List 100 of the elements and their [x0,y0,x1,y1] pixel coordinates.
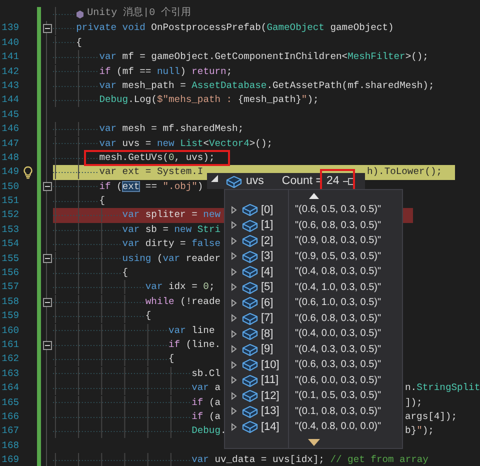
code-text: var dirty = false [122,237,220,252]
variable-name: [10] [261,358,280,371]
variable-value: "(0.6, 0.3, 0.3, 0.5)" [295,359,382,370]
variable-value: "(0.4, 0.3, 0.3, 0.5)" [295,344,382,355]
line-number: 159 [0,309,19,324]
variable-value: "(0.4, 0.8, 0.3, 0.5)" [295,266,382,278]
expand-icon[interactable] [231,392,237,400]
line-number: 168 [0,438,19,453]
expand-icon[interactable] [231,345,237,354]
line-number: 146 [0,122,19,136]
variable-name: [14] [261,420,280,433]
variable-value: "(0.1, 0.8, 0.3, 0.5)" [295,406,382,417]
expand-icon[interactable] [231,283,237,292]
variable-name: [3] [261,250,274,262]
cube-icon [242,280,258,294]
code-text: Debug.Log($"mehs_path : {mesh_path}"); [99,93,319,108]
code-text: var uvs = new List<Vector4>(); [99,136,273,151]
collapse-icon[interactable] [42,340,52,350]
expand-icon[interactable] [231,330,237,338]
cube-icon [242,234,258,248]
line-number: 163 [0,366,19,381]
expand-icon[interactable] [231,407,237,416]
variable-value: "(0.9, 0.5, 0.3, 0.5)" [295,250,382,262]
line-number: 156 [0,266,19,280]
expand-icon[interactable] [231,314,237,322]
variable-value: "(0.4, 0.0, 0.3, 0.5)" [295,328,382,340]
cube-icon [242,389,258,402]
expand-icon[interactable] [231,206,237,214]
cube-icon [242,203,258,216]
scroll-up-icon[interactable] [308,193,318,199]
indent-guides [53,165,100,180]
cube-icon [242,250,258,263]
code-text: n.StringSplit [405,381,480,396]
expand-icon[interactable] [231,268,237,276]
expand-icon[interactable] [231,221,237,230]
variable-name: [2] [261,234,274,247]
code-text: sb.Cl [192,366,220,381]
variable-value: "(0.6, 1.0, 0.3, 0.5)" [295,297,382,308]
variable-name: [1] [261,219,274,232]
code-text: args[4]); [405,410,457,424]
line-number: 164 [0,381,19,396]
code-text: if (mf == null) return; [99,64,232,79]
collapse-icon[interactable] [42,254,52,264]
line-number: 148 [0,150,19,165]
expand-icon[interactable] [231,376,237,384]
line-number: 147 [0,136,19,151]
line-number: 144 [0,93,19,108]
variable-value: "(0.6, 0.8, 0.3, 0.5)" [295,220,382,231]
code-text: var idx = 0; [145,280,215,294]
collapse-icon[interactable] [42,24,52,34]
variable-value: "(0.6, 0.8, 0.3, 0.5)" [295,312,382,324]
line-number: 167 [0,424,19,438]
line-number: 162 [0,352,19,366]
variable-name: [6] [261,296,274,309]
code-text: mesh.GetUVs(0, uvs); [99,152,215,163]
cube-icon [242,296,258,310]
variable-name: [8] [261,328,274,340]
line-number: 151 [0,194,19,208]
cube-icon [242,420,258,434]
line-number: 142 [0,64,19,79]
variable-name: [0] [261,204,274,216]
scroll-down-icon[interactable] [308,438,320,446]
variable-name: [12] [261,390,280,402]
code-text: var sb = new Stri [122,222,220,237]
expand-icon[interactable] [231,236,237,245]
line-number: 155 [0,252,19,266]
variable-value: "(0.4, 1.0, 0.3, 0.5)" [295,282,382,293]
line-number: 143 [0,78,19,93]
code-text: var line [168,324,215,338]
cube-icon [242,265,258,278]
code-text: var mesh = mf.sharedMesh; [99,122,244,136]
variable-name: [11] [261,374,280,386]
expand-icon[interactable] [231,422,237,431]
collapse-icon[interactable] [42,182,52,192]
variable-value: "(0.1, 0.5, 0.3, 0.5)" [295,390,382,402]
resize-grip-icon[interactable] [211,174,218,182]
code-text: var uv_data = uvs[idx]; // get from array [192,453,428,466]
code-text: if (a [192,410,220,424]
code-text: var spliter = new [122,208,220,222]
code-text: if (a [192,396,220,410]
expand-icon[interactable] [231,298,237,307]
expand-icon[interactable] [231,252,237,260]
cube-icon [242,358,258,372]
line-number: 165 [0,396,19,410]
line-number: 150 [0,180,19,194]
line-number: 157 [0,280,19,294]
code-text: private void OnPostprocessPrefab(GameObject gameObject) [76,21,394,36]
collapse-icon[interactable] [42,298,52,306]
lightbulb-icon[interactable] [23,166,33,179]
line-number: 145 [0,108,19,122]
code-text: { [168,352,174,366]
code-text: var a [192,381,220,396]
expand-icon[interactable] [231,360,237,369]
variable-name: [7] [261,312,274,324]
codelens-text[interactable]: Unity 消息|0 个引用 [87,7,192,22]
code-text: var mf = gameObject.GetComponentInChildren<MeshFilter>(); [99,50,428,64]
code-text: { [122,266,128,280]
cube-icon [226,174,242,188]
variable-value: "(0.4, 0.8, 0.0, 0.0)" [295,421,382,432]
line-number: 154 [0,237,19,252]
